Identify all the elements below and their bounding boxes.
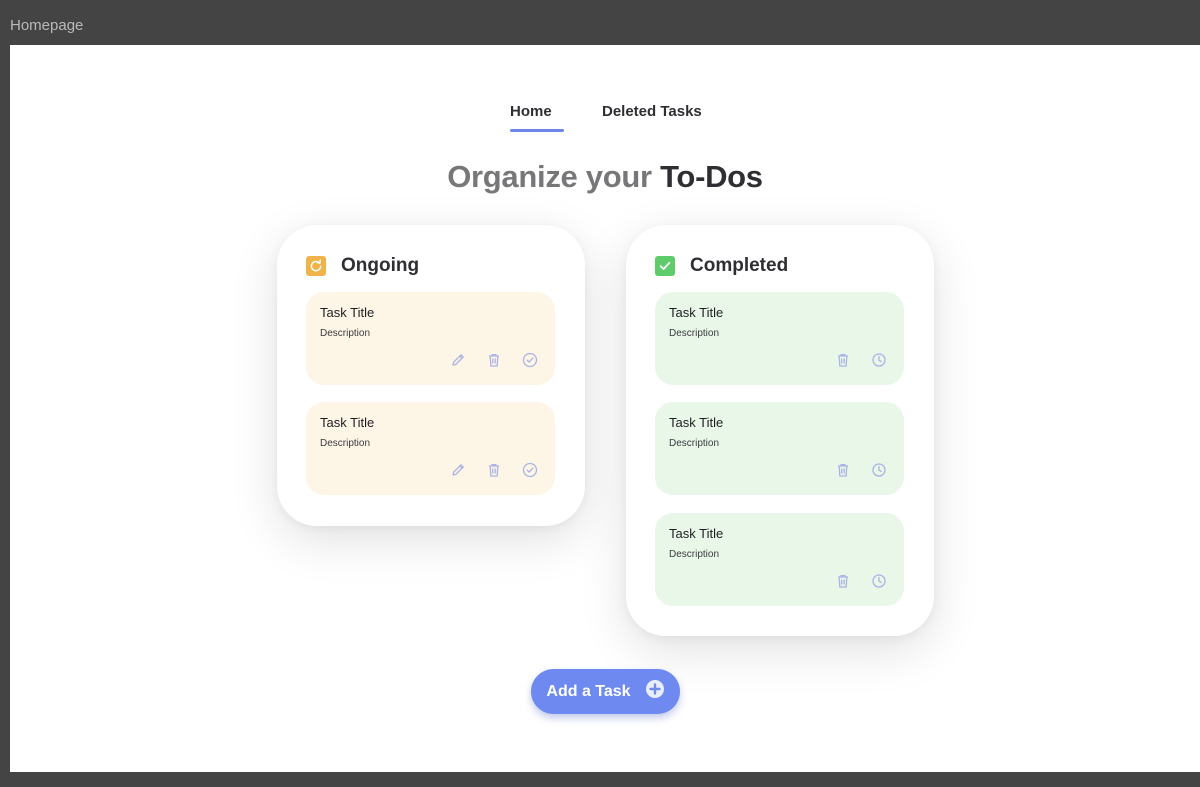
task-title: Task Title [669, 415, 724, 430]
ongoing-header: Ongoing [306, 255, 419, 277]
task-description: Description [669, 549, 720, 560]
task-actions [449, 351, 539, 369]
task-description: Description [320, 438, 371, 449]
trash-icon[interactable] [834, 351, 852, 369]
edit-icon[interactable] [449, 351, 467, 369]
completed-header: Completed [655, 255, 788, 277]
check-circle-icon[interactable] [521, 351, 539, 369]
page-title: Organize your To-Dos [10, 159, 1200, 195]
refresh-icon [306, 256, 326, 276]
edit-icon[interactable] [449, 461, 467, 479]
task-actions [834, 351, 888, 369]
completed-column: Completed Task Title Description Task Ti… [626, 225, 934, 636]
active-tab-indicator [510, 129, 564, 132]
clock-icon[interactable] [870, 461, 888, 479]
window-title: Homepage [10, 17, 84, 34]
task-card[interactable]: Task Title Description [655, 513, 904, 606]
trash-icon[interactable] [834, 461, 852, 479]
trash-icon[interactable] [485, 351, 503, 369]
ongoing-column: Ongoing Task Title Description Task Titl… [277, 225, 585, 526]
trash-icon[interactable] [485, 461, 503, 479]
task-actions [834, 461, 888, 479]
ongoing-title: Ongoing [341, 255, 420, 276]
task-title: Task Title [669, 305, 724, 320]
add-task-button[interactable]: Add a Task [531, 669, 680, 714]
page-title-emphasis: To-Dos [660, 159, 763, 194]
check-circle-icon[interactable] [521, 461, 539, 479]
completed-title: Completed [690, 255, 789, 276]
task-card[interactable]: Task Title Description [655, 402, 904, 495]
task-description: Description [320, 328, 371, 339]
page-canvas: Home Deleted Tasks Organize your To-Dos … [10, 45, 1200, 772]
page-title-lead: Organize your [447, 159, 652, 194]
task-description: Description [669, 328, 720, 339]
clock-icon[interactable] [870, 351, 888, 369]
task-title: Task Title [669, 526, 724, 541]
task-card[interactable]: Task Title Description [306, 292, 555, 385]
task-actions [834, 572, 888, 590]
plus-circle-icon [645, 679, 665, 704]
clock-icon[interactable] [870, 572, 888, 590]
task-title: Task Title [320, 415, 375, 430]
task-card[interactable]: Task Title Description [655, 292, 904, 385]
tab-home[interactable]: Home [510, 103, 552, 120]
task-title: Task Title [320, 305, 375, 320]
task-card[interactable]: Task Title Description [306, 402, 555, 495]
check-icon [655, 256, 675, 276]
trash-icon[interactable] [834, 572, 852, 590]
task-actions [449, 461, 539, 479]
tab-deleted-tasks[interactable]: Deleted Tasks [602, 103, 702, 120]
add-task-label: Add a Task [546, 682, 631, 700]
task-description: Description [669, 438, 720, 449]
